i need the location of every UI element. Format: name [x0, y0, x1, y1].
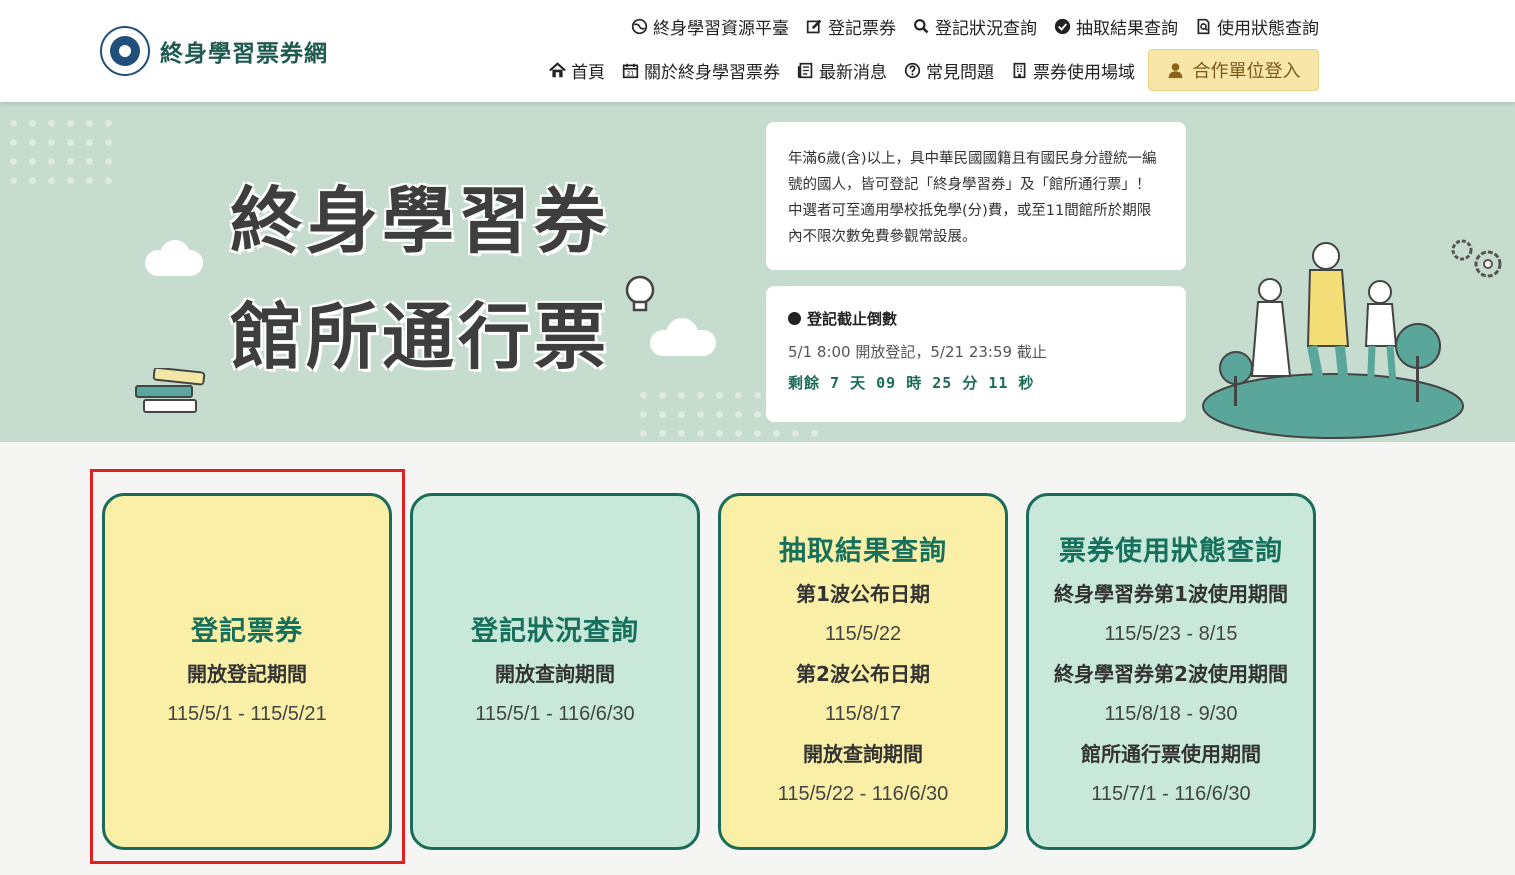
doc-search-icon — [1194, 18, 1212, 36]
eligibility-text: 年滿6歲(含)以上，具中華民國國籍且有國民身分證統一編號的國人，皆可登記「終身學… — [788, 151, 1157, 245]
bullet-dot-icon — [788, 312, 801, 325]
card-label: 第1波公布日期 — [796, 582, 930, 606]
site-title: 終身學習票券網 — [160, 41, 328, 67]
books-illustration — [135, 368, 206, 413]
card-title: 登記狀況查詢 — [471, 616, 639, 647]
user-icon — [1167, 61, 1185, 79]
card-label: 第2波公布日期 — [796, 662, 930, 686]
svg-text:21: 21 — [626, 71, 634, 78]
card-label: 開放查詢期間 — [803, 742, 923, 766]
card-date: 115/7/1 - 116/6/30 — [1091, 783, 1251, 805]
card-date: 115/5/22 - 116/6/30 — [777, 783, 949, 805]
nav-register-ticket[interactable]: 登記票券 — [805, 14, 896, 39]
card-date: 115/5/23 - 8/15 — [1104, 623, 1238, 645]
calendar-icon: 21 — [621, 62, 639, 80]
question-icon — [903, 62, 921, 80]
card-date: 115/8/17 — [824, 703, 902, 725]
card-date: 115/5/22 — [824, 623, 902, 645]
countdown-title: 登記截止倒數 — [788, 308, 1164, 329]
decorative-dots-left — [10, 120, 112, 184]
eligibility-info-card: 年滿6歲(含)以上，具中華民國國籍且有國民身分證統一編號的國人，皆可登記「終身學… — [766, 122, 1186, 270]
top-nav: 終身學習資源平臺 登記票券 登記狀況查詢 抽取結果查詢 使用狀態查詢 — [630, 14, 1319, 39]
card-date: 115/5/1 - 115/5/21 — [167, 703, 327, 725]
card-date: 115/5/1 - 116/6/30 — [475, 703, 635, 725]
ministry-seal-icon — [100, 26, 150, 76]
cloud-decoration — [160, 240, 190, 270]
countdown-card: 登記截止倒數 5/1 8:00 開放登記，5/21 23:59 截止 剩餘 7 … — [766, 286, 1186, 422]
cloud-decoration — [666, 318, 698, 350]
site-header: 終身學習票券網 終身學習資源平臺 登記票券 登記狀況查詢 抽取結果查詢 使用狀態… — [0, 0, 1515, 102]
search-icon — [912, 18, 930, 36]
card-draw-result[interactable]: 抽取結果查詢 第1波公布日期 115/5/22 第2波公布日期 115/8/17… — [718, 493, 1008, 850]
nav-faq[interactable]: 常見問題 — [903, 58, 994, 83]
edit-icon — [805, 18, 823, 36]
card-register-status[interactable]: 登記狀況查詢 開放查詢期間 115/5/1 - 116/6/30 — [410, 493, 700, 850]
card-label: 終身學習券第1波使用期間 — [1054, 582, 1288, 606]
nav-home[interactable]: 首頁 — [548, 58, 605, 83]
card-label: 終身學習券第2波使用期間 — [1054, 662, 1288, 686]
hero-banner: 終身學習券 館所通行票 年滿6歲(含)以上，具中華民國國籍且有國民身分證統一編號… — [0, 102, 1515, 442]
nav-about[interactable]: 21 關於終身學習票券 — [621, 58, 780, 83]
card-title: 票券使用狀態查詢 — [1059, 536, 1283, 567]
nav-resource-platform[interactable]: 終身學習資源平臺 — [630, 14, 789, 39]
card-title: 登記票券 — [191, 616, 303, 647]
gears-icon — [1451, 239, 1502, 278]
nav-usage-status[interactable]: 使用狀態查詢 — [1194, 14, 1319, 39]
card-register-ticket[interactable]: 登記票券 開放登記期間 115/5/1 - 115/5/21 — [102, 493, 392, 850]
card-label: 開放登記期間 — [187, 662, 307, 686]
globe-icon — [630, 18, 648, 36]
news-icon — [796, 62, 814, 80]
nav-news[interactable]: 最新消息 — [796, 58, 887, 83]
home-icon — [548, 62, 566, 80]
nav-venues[interactable]: 票券使用場域 — [1010, 58, 1135, 83]
banner-title-line2: 館所通行票 — [230, 295, 611, 379]
nav-register-status[interactable]: 登記狀況查詢 — [912, 14, 1037, 39]
family-illustration — [1202, 242, 1464, 439]
lightbulb-icon — [625, 275, 655, 312]
countdown-schedule: 5/1 8:00 開放登記，5/21 23:59 截止 — [788, 343, 1047, 361]
check-circle-icon — [1053, 18, 1071, 36]
card-title: 抽取結果查詢 — [779, 536, 947, 567]
nav-draw-result[interactable]: 抽取結果查詢 — [1053, 14, 1178, 39]
site-logo[interactable]: 終身學習票券網 — [100, 26, 328, 76]
building-icon — [1010, 62, 1028, 80]
card-label: 開放查詢期間 — [495, 662, 615, 686]
card-usage-status[interactable]: 票券使用狀態查詢 終身學習券第1波使用期間 115/5/23 - 8/15 終身… — [1026, 493, 1316, 850]
card-date: 115/8/18 - 9/30 — [1104, 703, 1238, 725]
main-nav: 首頁 21 關於終身學習票券 最新消息 常見問題 票券使用場域 — [548, 58, 1135, 83]
countdown-remaining: 剩餘 7 天 09 時 25 分 11 秒 — [788, 374, 1035, 392]
banner-title-line1: 終身學習券 — [230, 179, 611, 263]
card-label: 館所通行票使用期間 — [1081, 742, 1261, 766]
partner-login-button[interactable]: 合作單位登入 — [1148, 49, 1319, 91]
